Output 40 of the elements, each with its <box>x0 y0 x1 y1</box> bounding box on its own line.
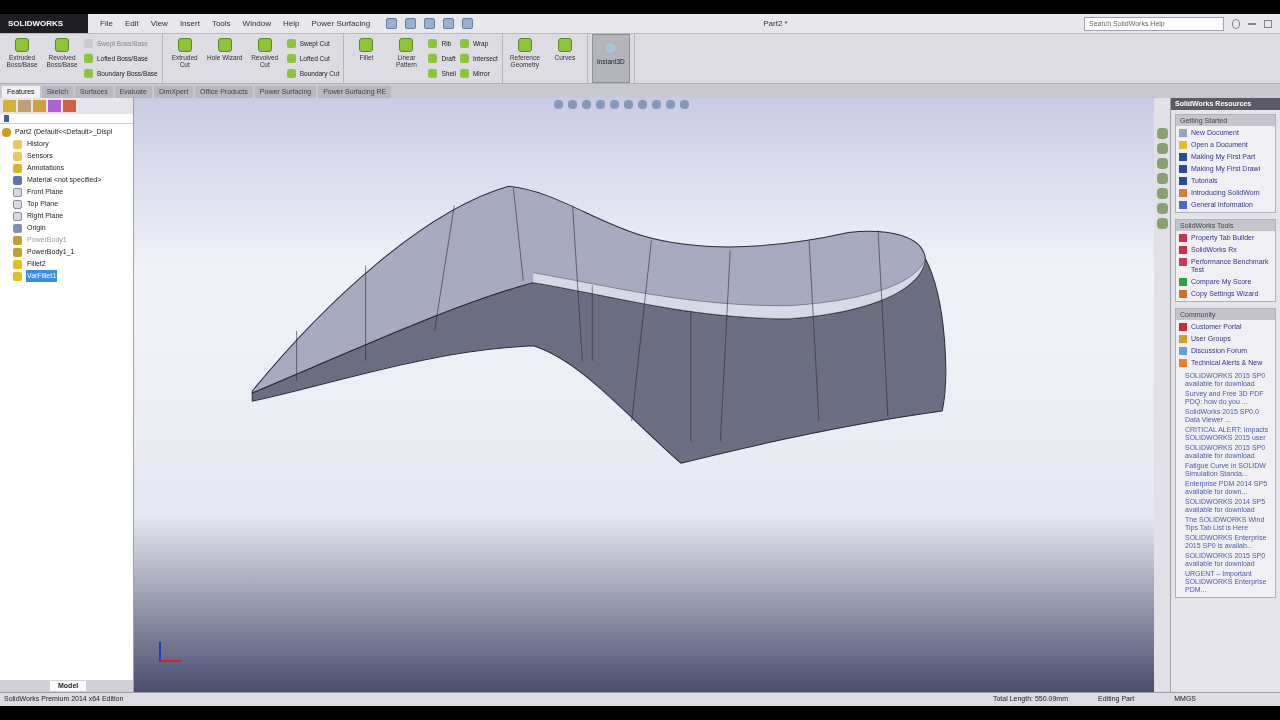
origin-icon <box>13 223 22 233</box>
menu-item[interactable]: View <box>150 17 168 30</box>
triad-icon <box>159 642 181 662</box>
part-icon <box>2 127 11 137</box>
menu-item[interactable]: File <box>100 17 113 30</box>
restore-icon[interactable] <box>1264 19 1272 28</box>
task-pane-tab-icon[interactable] <box>1156 173 1168 184</box>
feature-icon <box>359 38 374 52</box>
toolbar-icon[interactable] <box>424 18 436 29</box>
task-pane-tab-icon[interactable] <box>1156 188 1168 199</box>
graphics-area[interactable] <box>134 98 1154 692</box>
feature-icon <box>55 38 69 52</box>
task-pane-tab-icon[interactable] <box>1156 203 1168 214</box>
toolbar-icon[interactable] <box>405 18 417 29</box>
feature-icon <box>399 38 414 52</box>
task-pane-tab-icon[interactable] <box>1156 143 1168 154</box>
feature-icon <box>557 38 572 52</box>
menu-item[interactable]: Edit <box>124 17 139 30</box>
annotation-icon <box>13 163 22 173</box>
task-pane-tab-icon[interactable] <box>1156 128 1168 139</box>
menu-item[interactable]: Insert <box>179 17 200 30</box>
menu-item[interactable]: Power Surfacing <box>311 17 371 30</box>
menu-item[interactable]: Tools <box>211 17 231 30</box>
menu-item[interactable]: Help <box>283 17 300 30</box>
feature-icon <box>177 38 192 52</box>
task-pane-tab-icon[interactable] <box>1156 158 1168 169</box>
toolbar-icon[interactable] <box>462 18 474 29</box>
material-icon <box>13 175 22 185</box>
menu-item[interactable]: Window <box>242 17 272 30</box>
feature-icon <box>517 38 532 52</box>
document-title: Part2 * <box>763 17 788 30</box>
logo-text: SOLIDWORKS <box>8 17 64 30</box>
toolbar-icon[interactable] <box>386 18 398 29</box>
minimize-icon[interactable] <box>1248 22 1256 25</box>
toolbar-icon[interactable] <box>443 18 455 29</box>
feature-icon <box>217 38 232 52</box>
feature-icon <box>15 38 29 52</box>
feature-icon <box>257 38 272 52</box>
task-pane-tab-icon[interactable] <box>1156 218 1168 229</box>
cursor-icon <box>605 43 616 53</box>
